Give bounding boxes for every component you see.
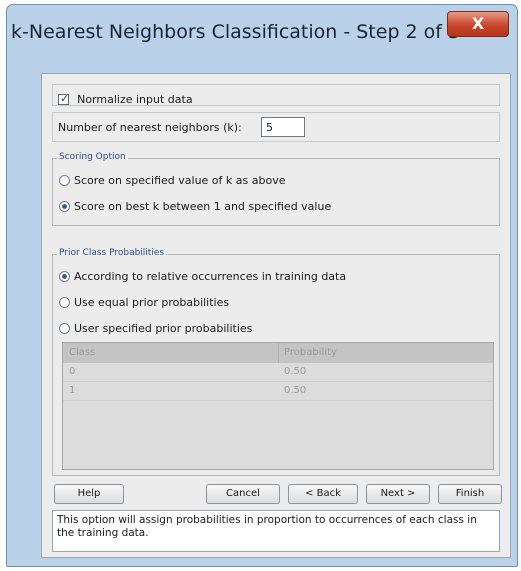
column-header-probability: Probability [284, 347, 337, 358]
radio-button[interactable] [59, 297, 70, 308]
normalize-label: Normalize input data [77, 93, 193, 106]
radio-button[interactable] [59, 323, 70, 334]
neighbors-row: Number of nearest neighbors (k): [52, 112, 500, 142]
priors-option-label: Use equal prior probabilities [74, 296, 230, 309]
normalize-row: ✓ Normalize input data [52, 84, 500, 106]
table-row[interactable]: 1 0.50 [63, 382, 493, 401]
window-title: k-Nearest Neighbors Classification - Ste… [11, 21, 461, 43]
normalize-checkbox[interactable]: ✓ [58, 92, 70, 105]
back-button[interactable]: < Back [288, 484, 358, 504]
next-button[interactable]: Next > [366, 484, 430, 504]
scoring-option-best[interactable]: Score on best k between 1 and specified … [59, 196, 331, 215]
dialog-window: k-Nearest Neighbors Classification - Ste… [6, 4, 518, 567]
priors-legend: Prior Class Probabilities [57, 248, 167, 258]
priors-option-label: User specified prior probabilities [74, 322, 253, 335]
priors-option-user[interactable]: User specified prior probabilities [59, 318, 252, 337]
scoring-group: Scoring Option Score on specified value … [52, 152, 500, 226]
dialog-body: ✓ Normalize input data Number of nearest… [41, 73, 511, 558]
priors-table: Class Probability 0 0.50 1 0.50 [62, 342, 494, 470]
scoring-legend: Scoring Option [57, 152, 128, 162]
scoring-option-specified[interactable]: Score on specified value of k as above [59, 170, 285, 189]
radio-button[interactable] [59, 175, 70, 186]
cancel-button[interactable]: Cancel [206, 484, 280, 504]
neighbors-input[interactable] [261, 117, 305, 137]
help-text-panel: This option will assign probabilities in… [52, 510, 500, 552]
priors-option-relative[interactable]: According to relative occurrences in tra… [59, 266, 346, 285]
column-divider [278, 343, 279, 363]
close-button[interactable]: X [447, 11, 509, 37]
scoring-option-label: Score on specified value of k as above [74, 174, 286, 187]
scoring-option-label: Score on best k between 1 and specified … [74, 200, 332, 213]
table-cell-class: 1 [69, 385, 76, 396]
checkmark-icon: ✓ [60, 92, 70, 105]
table-cell-class: 0 [69, 366, 76, 377]
table-row[interactable]: 0 0.50 [63, 363, 493, 382]
radio-button[interactable] [59, 271, 70, 282]
table-header: Class Probability [63, 343, 493, 363]
help-button[interactable]: Help [54, 484, 124, 504]
radio-button[interactable] [59, 201, 70, 212]
priors-option-label: According to relative occurrences in tra… [74, 270, 347, 283]
finish-button[interactable]: Finish [438, 484, 502, 504]
table-cell-probability[interactable]: 0.50 [284, 366, 306, 377]
normalize-checkbox-group[interactable]: ✓ Normalize input data [58, 89, 193, 108]
neighbors-label: Number of nearest neighbors (k): [58, 121, 242, 134]
table-cell-probability[interactable]: 0.50 [284, 385, 306, 396]
title-bar[interactable]: k-Nearest Neighbors Classification - Ste… [7, 5, 517, 59]
column-header-class: Class [69, 347, 96, 358]
priors-option-equal[interactable]: Use equal prior probabilities [59, 292, 229, 311]
